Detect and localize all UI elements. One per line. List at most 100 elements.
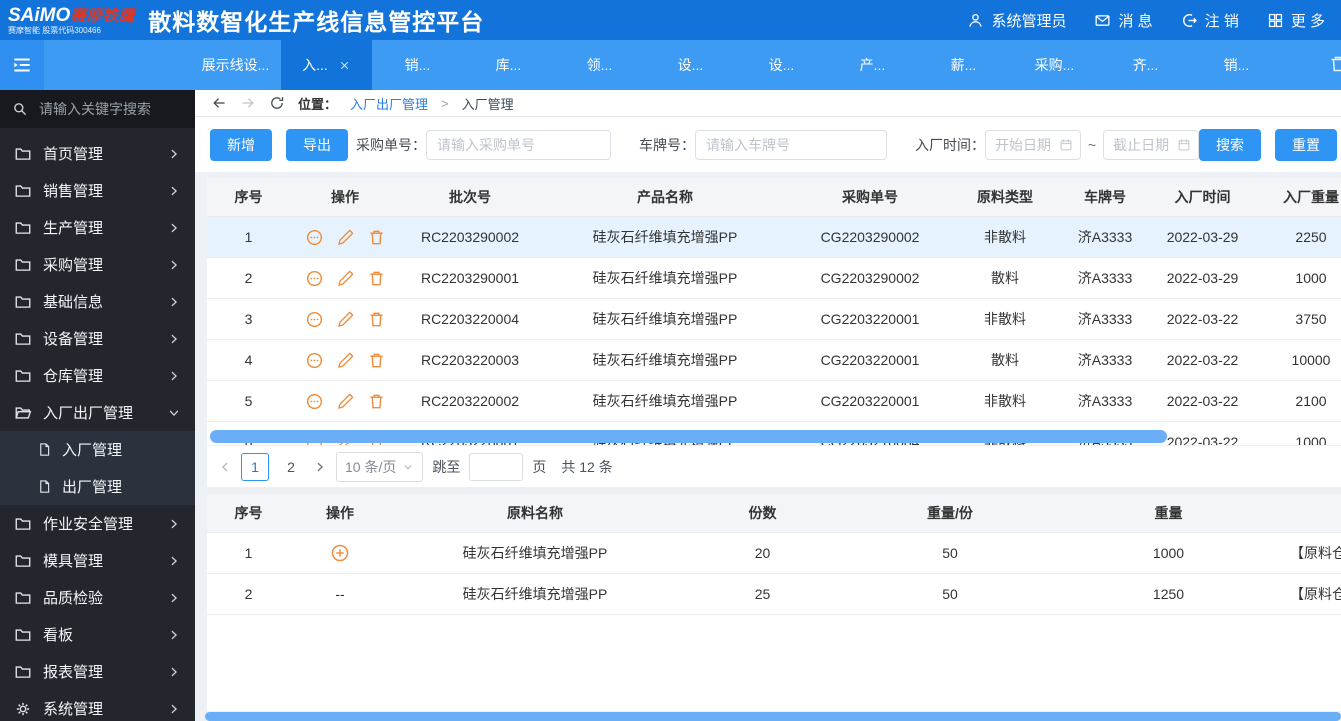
- sidebar-item-reports[interactable]: 报表管理: [0, 653, 195, 690]
- tab-picking[interactable]: 领...: [554, 40, 645, 90]
- forward-icon[interactable]: [240, 95, 256, 111]
- add-detail-icon[interactable]: [330, 543, 350, 563]
- logout-button[interactable]: 注 销: [1181, 10, 1239, 31]
- comment-icon[interactable]: [305, 310, 324, 329]
- sidebar-item-sales[interactable]: 销售管理: [0, 172, 195, 209]
- tab-close-icon[interactable]: [338, 59, 351, 72]
- page-horizontal-scrollbar[interactable]: [205, 712, 1341, 721]
- back-icon[interactable]: [211, 95, 227, 111]
- page-title: 散料数智化生产线信息管控平台: [148, 3, 484, 37]
- sidebar-item-system[interactable]: 系统管理: [0, 690, 195, 721]
- table-row[interactable]: 4 RC2203220003 硅灰石纤维填充增强PP CG2203220001 …: [207, 340, 1341, 381]
- chevron-right-icon: [167, 591, 181, 605]
- plate-no-label: 车牌号：: [639, 135, 695, 155]
- delete-icon[interactable]: [367, 351, 386, 370]
- tab-equipment-2[interactable]: 设...: [736, 40, 827, 90]
- edit-icon[interactable]: [336, 310, 355, 329]
- sidebar-menu: 首页管理 销售管理 生产管理 采购管理 基础信息: [0, 128, 195, 721]
- sidebar-item-production[interactable]: 生产管理: [0, 209, 195, 246]
- tab-salary[interactable]: 薪...: [918, 40, 1009, 90]
- export-button[interactable]: 导出: [286, 129, 348, 161]
- start-date-input[interactable]: 开始日期: [985, 130, 1081, 160]
- tab-entry-management-active[interactable]: 入...: [281, 40, 372, 90]
- jump-page-input[interactable]: [469, 453, 523, 481]
- edit-icon[interactable]: [336, 351, 355, 370]
- prev-page-icon[interactable]: [218, 460, 232, 474]
- jump-label: 跳至: [432, 457, 460, 477]
- delete-icon[interactable]: [367, 228, 386, 247]
- tab-display-line[interactable]: 展示线设...: [190, 40, 281, 90]
- sidebar-subitem-entry-management[interactable]: 入厂管理: [0, 431, 195, 468]
- page-size-select[interactable]: 10 条/页: [336, 452, 423, 482]
- sidebar-search-input[interactable]: [37, 100, 183, 118]
- comment-icon[interactable]: [305, 392, 324, 411]
- tab-equipment-1[interactable]: 设...: [645, 40, 736, 90]
- delete-icon[interactable]: [367, 392, 386, 411]
- chevron-right-icon: [167, 517, 181, 531]
- tab-inventory[interactable]: 库...: [463, 40, 554, 90]
- table-horizontal-scrollbar[interactable]: [210, 430, 1167, 443]
- end-date-input[interactable]: 截止日期: [1103, 130, 1199, 160]
- tab-qi[interactable]: 齐...: [1100, 40, 1191, 90]
- main-content: 位置： 入厂出厂管理 > 入厂管理 新增 导出 采购单号： 车牌号： 入厂时间：…: [195, 90, 1341, 721]
- search-icon: [12, 101, 28, 117]
- edit-icon[interactable]: [336, 392, 355, 411]
- no-op-placeholder: --: [290, 574, 390, 615]
- sidebar-item-equipment[interactable]: 设备管理: [0, 320, 195, 357]
- more-button[interactable]: 更 多: [1267, 10, 1325, 31]
- tab-sales[interactable]: 销...: [372, 40, 463, 90]
- sidebar-item-basic-info[interactable]: 基础信息: [0, 283, 195, 320]
- clipboard-icon: [1328, 54, 1341, 74]
- add-button[interactable]: 新增: [210, 129, 272, 161]
- sidebar-item-quality[interactable]: 品质检验: [0, 579, 195, 616]
- delete-icon[interactable]: [367, 310, 386, 329]
- comment-icon[interactable]: [305, 269, 324, 288]
- refresh-icon[interactable]: [269, 95, 285, 111]
- plate-no-input[interactable]: [695, 130, 887, 160]
- page-number-1[interactable]: 1: [241, 453, 269, 481]
- user-menu[interactable]: 系统管理员: [967, 10, 1066, 31]
- reset-button[interactable]: 重置: [1275, 129, 1337, 161]
- table-row[interactable]: 2 -- 硅灰石纤维填充增强PP 25 50 1250 【原料仓0: [207, 574, 1341, 615]
- table-row[interactable]: 1 RC2203290002 硅灰石纤维填充增强PP CG2203290002 …: [207, 217, 1341, 258]
- table-row[interactable]: 2 RC2203290001 硅灰石纤维填充增强PP CG2203290002 …: [207, 258, 1341, 299]
- calendar-icon: [1059, 138, 1073, 152]
- hamburger-icon: [11, 54, 33, 76]
- header-actions: 系统管理员 消 息 注 销 更 多: [967, 10, 1341, 31]
- chevron-right-icon: [167, 554, 181, 568]
- breadcrumb-parent-link[interactable]: 入厂出厂管理: [350, 94, 428, 113]
- tab-production[interactable]: 产...: [827, 40, 918, 90]
- sidebar-subitem-exit-management[interactable]: 出厂管理: [0, 468, 195, 505]
- sidebar-item-mold[interactable]: 模具管理: [0, 542, 195, 579]
- comment-icon[interactable]: [305, 351, 324, 370]
- folder-icon: [14, 256, 32, 274]
- sidebar-item-work-safety[interactable]: 作业安全管理: [0, 505, 195, 542]
- edit-icon[interactable]: [336, 228, 355, 247]
- tab-purchase[interactable]: 采购...: [1009, 40, 1100, 90]
- chevron-right-icon: [167, 628, 181, 642]
- messages-button[interactable]: 消 息: [1094, 10, 1152, 31]
- more-label: 更 多: [1291, 10, 1325, 31]
- tab-actions-icon[interactable]: [1328, 54, 1341, 74]
- delete-icon[interactable]: [367, 269, 386, 288]
- chevron-right-icon: [167, 221, 181, 235]
- page-number-2[interactable]: 2: [278, 454, 304, 480]
- sidebar-submenu-entry-exit: 入厂管理 出厂管理: [0, 431, 195, 505]
- sidebar-item-warehouse[interactable]: 仓库管理: [0, 357, 195, 394]
- user-icon: [967, 12, 984, 29]
- purchase-no-input[interactable]: [426, 130, 611, 160]
- edit-icon[interactable]: [336, 269, 355, 288]
- sidebar-item-kanban[interactable]: 看板: [0, 616, 195, 653]
- comment-icon[interactable]: [305, 228, 324, 247]
- sidebar-item-purchasing[interactable]: 采购管理: [0, 246, 195, 283]
- search-button[interactable]: 搜索: [1199, 129, 1261, 161]
- table-row[interactable]: 1 硅灰石纤维填充增强PP 20 50 1000 【原料仓0: [207, 533, 1341, 574]
- sidebar-collapse-button[interactable]: [0, 40, 44, 90]
- sidebar-item-entry-exit[interactable]: 入厂出厂管理: [0, 394, 195, 431]
- next-page-icon[interactable]: [313, 460, 327, 474]
- table-row[interactable]: 3 RC2203220004 硅灰石纤维填充增强PP CG2203220001 …: [207, 299, 1341, 340]
- table-row[interactable]: 5 RC2203220002 硅灰石纤维填充增强PP CG2203220001 …: [207, 381, 1341, 422]
- folder-icon: [14, 552, 32, 570]
- sidebar-item-homepage[interactable]: 首页管理: [0, 135, 195, 172]
- tab-sales-2[interactable]: 销...: [1191, 40, 1282, 90]
